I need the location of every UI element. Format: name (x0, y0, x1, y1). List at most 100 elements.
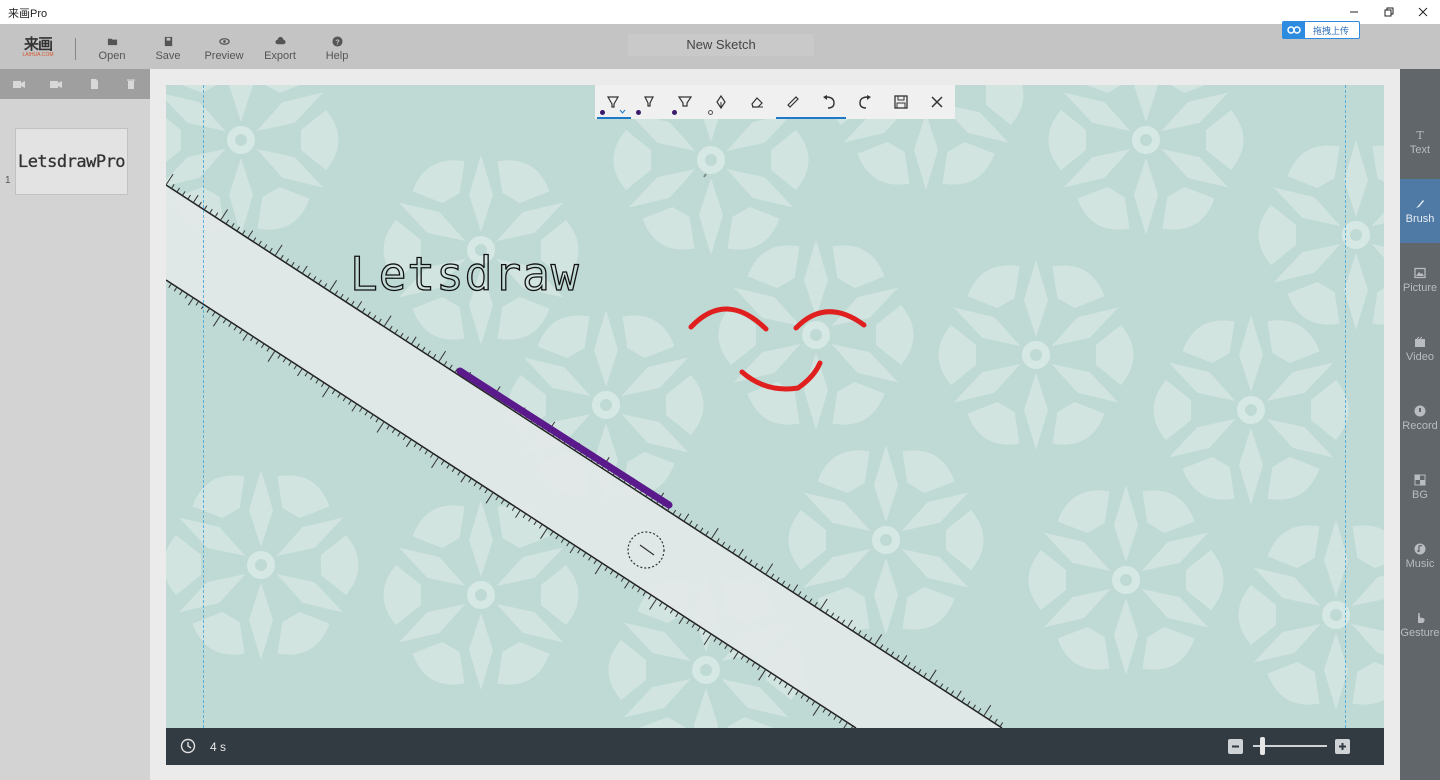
canvas-text[interactable]: Letsdraw (349, 246, 580, 301)
record-slide-button[interactable] (0, 69, 37, 99)
ruler-tick (939, 683, 944, 689)
window-title: 来画Pro (8, 8, 48, 20)
redo-button[interactable] (847, 85, 883, 119)
ruler-tick (397, 431, 401, 437)
ruler-tick (250, 336, 254, 342)
cloud-upload-icon (274, 36, 286, 45)
ruler-tick (168, 283, 172, 288)
save-button[interactable]: Save (141, 36, 195, 66)
ruler-tick (754, 562, 758, 568)
ruler-tick (446, 463, 450, 469)
ruler-tick (449, 364, 453, 370)
undo-button[interactable] (811, 85, 847, 119)
ruler-tick (318, 279, 322, 285)
add-page-button[interactable] (75, 69, 112, 99)
slide-thumbnail[interactable]: LetsdrawPro (15, 128, 128, 195)
ruler-tick (691, 623, 696, 628)
save-drawing-button[interactable] (883, 85, 919, 119)
sidebar-item-record[interactable]: Record (1400, 386, 1440, 450)
ruler-icon (787, 96, 799, 108)
ruler-tick (624, 580, 630, 589)
ruler-tick (699, 527, 704, 533)
svg-text:T: T (1416, 129, 1424, 141)
ruler-tick (375, 417, 380, 423)
left-guide-line (203, 85, 204, 728)
app-logo: 来画 LAIHUA.COM (22, 36, 54, 62)
sketch-title-field[interactable]: New Sketch (628, 34, 814, 56)
ruler-tick (247, 230, 254, 239)
ruler-tick (759, 566, 764, 572)
sidebar-label-gesture: Gesture (1400, 626, 1440, 639)
ruler-tick (857, 630, 862, 635)
ruler-tick (230, 223, 235, 228)
ruler-tick (977, 708, 982, 713)
ruler-tick (549, 531, 554, 536)
ruler-tick (290, 261, 295, 267)
export-button[interactable]: Export (253, 36, 307, 66)
drawing-canvas[interactable]: Letsdraw (166, 85, 1384, 728)
trash-icon (126, 79, 135, 89)
close-window-button[interactable] (1406, 0, 1440, 24)
ruler-tick (822, 708, 827, 713)
ruler-tick (812, 704, 821, 716)
ruler-tick (323, 283, 328, 288)
sidebar-item-picture[interactable]: Picture (1400, 248, 1440, 312)
ruler-tick (367, 311, 371, 317)
ruler-tick (285, 258, 290, 264)
sidebar-item-gesture[interactable]: Gesture (1400, 593, 1440, 657)
sidebar-item-video[interactable]: Video (1400, 317, 1440, 381)
ruler-tick (637, 587, 641, 593)
ruler-tick (432, 354, 437, 359)
ruler-tick (727, 545, 731, 550)
delete-slide-button[interactable] (112, 69, 149, 99)
ruler-tick (694, 523, 698, 529)
ruler-tick (781, 580, 786, 586)
ruler-tick (329, 280, 338, 292)
pen-color-dot (600, 110, 605, 115)
ruler-tick (211, 311, 216, 317)
preview-button[interactable]: Preview (197, 36, 251, 66)
ruler-tick (255, 339, 260, 345)
marker-icon (644, 96, 654, 107)
sidebar-label-music: Music (1405, 557, 1435, 570)
camera-x-icon (49, 81, 62, 88)
ruler-tick (359, 407, 363, 412)
camera-check-icon (12, 81, 25, 88)
ruler-tick (369, 414, 374, 419)
eraser-button[interactable] (739, 85, 775, 119)
zoom-out-button[interactable] (1228, 739, 1243, 754)
eye-icon (218, 38, 230, 45)
ruler-tick (310, 375, 314, 381)
ruler-tick (555, 534, 559, 540)
help-icon: ? (331, 36, 343, 47)
ruler-tick (269, 247, 273, 253)
ruler-tick (419, 446, 423, 451)
restore-button[interactable] (1372, 0, 1406, 24)
ruler-tick (678, 616, 685, 625)
ruler-tick (874, 634, 883, 646)
zoom-slider-thumb[interactable] (1259, 737, 1265, 755)
ruler-tool-button[interactable] (775, 85, 811, 119)
chevron-down-icon (619, 109, 626, 114)
ruler-tick (266, 347, 271, 352)
upload-badge[interactable]: 拖拽上传 (1282, 21, 1360, 39)
close-toolbar-button[interactable] (919, 85, 955, 119)
help-button[interactable]: ? Help (310, 36, 364, 66)
brush-toolbar (595, 85, 955, 119)
sidebar-item-text[interactable]: T Text (1400, 110, 1440, 174)
zoom-in-button[interactable] (1335, 739, 1350, 754)
toolbar-divider (75, 38, 76, 60)
sidebar-item-brush[interactable]: Brush (1400, 179, 1440, 243)
ruler-tick (686, 619, 690, 625)
ruler-tick (280, 254, 284, 260)
title-bar: 来画Pro (0, 0, 1440, 24)
sidebar-item-music[interactable]: Music (1400, 524, 1440, 588)
ruler-tick (364, 410, 369, 416)
ruler-tick (808, 598, 813, 604)
ruler-tick (413, 442, 418, 448)
preview-label: Preview (204, 50, 244, 62)
sidebar-label-bg: BG (1412, 488, 1428, 501)
sidebar-item-bg[interactable]: BG (1400, 455, 1440, 519)
video-slide-button[interactable] (37, 69, 74, 99)
open-button[interactable]: Open (85, 36, 139, 66)
